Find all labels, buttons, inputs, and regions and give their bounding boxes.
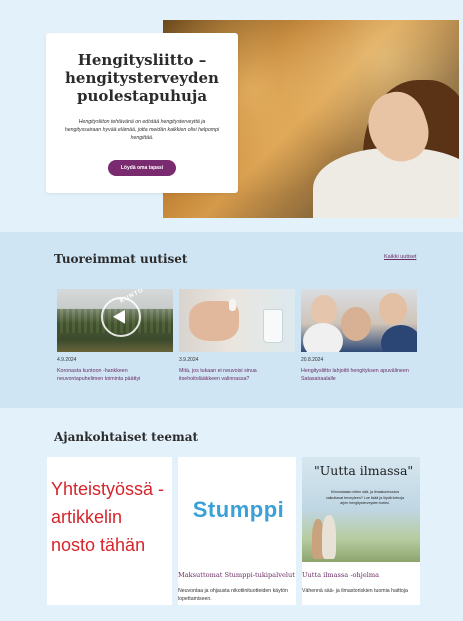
person-graphic-5 <box>381 325 417 352</box>
hero-title: Hengitysliitto – hengitysterveyden puole… <box>65 51 219 105</box>
person-graphic-4 <box>303 323 343 352</box>
news-section: Tuoreimmat uutiset Kaikki uutiset KUNTO … <box>0 232 463 408</box>
promo-placeholder-card[interactable]: Yhteistyössä -artikkelin nosto tähän <box>47 457 172 605</box>
news-date-1: 4.9.2024 <box>57 357 77 363</box>
stumppi-image: Stumppi <box>178 457 296 562</box>
theme-card-uutta-ilmassa[interactable]: "Uutta ilmassa" Kiinnostaako miten sää- … <box>302 457 420 605</box>
hero-section: Hengitysliitto – hengitysterveyden puole… <box>0 0 463 232</box>
themes-section: Ajankohtaiset teemat Yhteistyössä -artik… <box>0 408 463 621</box>
theme-text-stumppi: Neuvontaa ja ohjausta nikotiinituotteide… <box>178 588 288 602</box>
person-graphic-1 <box>311 295 337 325</box>
water-glass-graphic <box>263 309 283 343</box>
walker-graphic-2 <box>322 515 336 559</box>
stumppi-logo: Stumppi <box>192 497 285 522</box>
uutta-ilmassa-image-title: "Uutta ilmassa" <box>314 463 414 478</box>
news-title-2[interactable]: Mitä, jos tukaan ei neuvoisi sinua itseh… <box>179 367 295 383</box>
theme-title-uutta-ilmassa[interactable]: Uutta ilmassa -ohjelma <box>302 571 420 579</box>
theme-title-stumppi[interactable]: Maksuttomat Stumppi-tukipalvelut <box>178 571 296 579</box>
participate-button[interactable]: Löydä oma tapasi osallistua! <box>108 160 176 187</box>
uutta-ilmassa-image-subtitle: Kiinnostaako miten sää- ja ilmastonmuuto… <box>325 490 405 505</box>
hero-text: Hengitysliiton tehtävänä on edistää heng… <box>64 119 220 141</box>
pill-graphic <box>229 299 236 311</box>
theme-text-uutta-ilmassa: Vähennä sää- ja ilmastoriskien tuomia ha… <box>302 588 408 594</box>
uutta-ilmassa-image: "Uutta ilmassa" Kiinnostaako miten sää- … <box>302 457 420 562</box>
news-title-3[interactable]: Hengitysliitto lahjoitti hengityksen apu… <box>301 367 417 383</box>
news-image-1[interactable]: KUNTO <box>57 289 173 352</box>
news-title-1[interactable]: Koronasta kuntoon -hankkeen neuvontapuhe… <box>57 367 173 383</box>
news-image-3[interactable] <box>301 289 417 352</box>
hero-card: Hengitysliitto – hengitysterveyden puole… <box>46 33 238 193</box>
news-date-2: 3.9.2024 <box>179 357 199 363</box>
promo-placeholder-text: Yhteistyössä -artikkelin nosto tähän <box>51 479 165 555</box>
all-news-link[interactable]: Kaikki uutiset <box>384 254 416 260</box>
person-graphic-3 <box>379 293 407 325</box>
theme-card-stumppi[interactable]: Stumppi Maksuttomat Stumppi-tukipalvelut… <box>178 457 296 605</box>
news-date-3: 20.8.2024 <box>301 357 324 363</box>
themes-heading: Ajankohtaiset teemat <box>54 430 199 444</box>
news-image-2[interactable] <box>179 289 295 352</box>
person-graphic-2 <box>341 307 371 341</box>
news-heading: Tuoreimmat uutiset <box>54 252 188 266</box>
